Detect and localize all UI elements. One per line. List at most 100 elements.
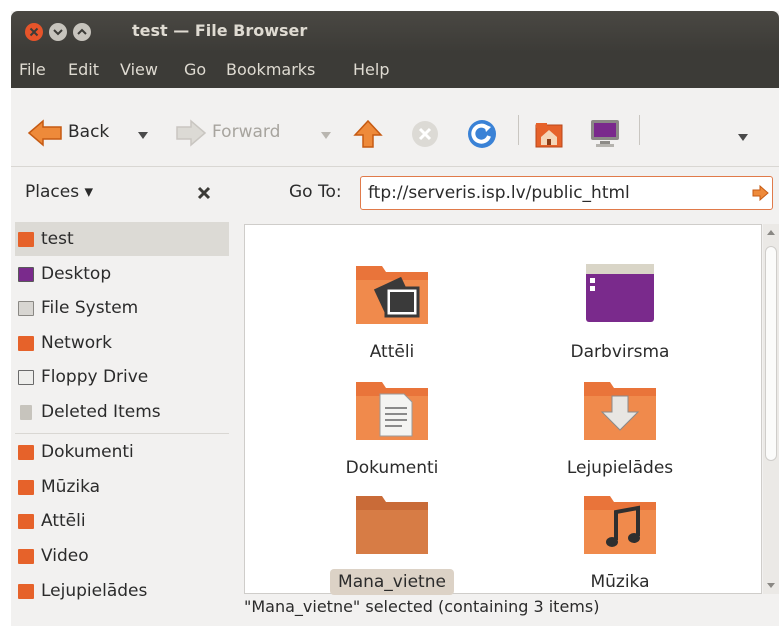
- toolbar-separator: [518, 115, 519, 145]
- home-folder-icon: [18, 232, 34, 247]
- video-folder-icon: [18, 549, 34, 564]
- file-name: Dokumenti: [345, 458, 439, 478]
- sidebar: test Desktop File System Network Floppy …: [11, 219, 233, 626]
- minimize-icon: [49, 23, 67, 41]
- menu-bar: File Edit View Go Bookmarks Help: [11, 52, 779, 88]
- file-item-mana-vietne[interactable]: Mana_vietne: [312, 488, 472, 598]
- maximize-window-button[interactable]: [73, 23, 91, 41]
- scroll-down-arrow-icon[interactable]: [766, 582, 776, 590]
- back-arrow-icon: [27, 119, 62, 147]
- sidebar-item-label: test: [41, 229, 74, 249]
- sidebar-item-label: Network: [41, 333, 112, 353]
- file-name: Mūzika: [590, 572, 650, 592]
- close-window-button[interactable]: [25, 23, 43, 41]
- sidebar-item-label: Mūzika: [41, 477, 101, 497]
- back-history-chevron-icon[interactable]: [137, 130, 149, 140]
- menu-file[interactable]: File: [19, 60, 46, 79]
- forward-history-chevron-icon[interactable]: [320, 130, 332, 140]
- desktop-icon: [18, 267, 34, 282]
- window-title: test — File Browser: [132, 21, 308, 40]
- folder-icon: [356, 496, 428, 554]
- trash-icon: [20, 405, 32, 420]
- forward-label: Forward: [212, 122, 281, 142]
- pictures-folder-icon: [18, 514, 34, 529]
- sidebar-item-network[interactable]: Network: [15, 326, 229, 360]
- sidebar-item-label: File System: [41, 298, 139, 318]
- sidebar-item-label: Dokumenti: [41, 442, 134, 462]
- sidebar-item-label: Video: [41, 546, 89, 566]
- scroll-up-arrow-icon[interactable]: [766, 228, 776, 236]
- music-folder-icon: [18, 480, 34, 495]
- sidebar-item-file-system[interactable]: File System: [15, 291, 229, 325]
- back-button[interactable]: Back: [23, 118, 155, 150]
- file-name: Mana_vietne: [330, 569, 454, 595]
- goto-label: Go To:: [289, 182, 342, 202]
- menu-view[interactable]: View: [120, 60, 158, 79]
- scrollbar-thumb[interactable]: [765, 246, 777, 461]
- sidebar-item-test[interactable]: test: [15, 222, 229, 256]
- go-arrow-icon[interactable]: [751, 185, 769, 201]
- desktop-folder-icon: [586, 264, 654, 322]
- file-name: Darbvirsma: [570, 342, 670, 362]
- sidebar-item-label: Desktop: [41, 264, 112, 284]
- file-name: Lejupielādes: [566, 458, 674, 478]
- forward-arrow-icon: [176, 119, 207, 147]
- location-input[interactable]: ftp://serveris.isp.lv/public_html: [360, 176, 773, 210]
- status-bar-text: "Mana_vietne" selected (containing 3 ite…: [244, 597, 600, 616]
- menu-help[interactable]: Help: [353, 60, 389, 79]
- toolbar-separator: [639, 115, 640, 145]
- network-icon: [18, 336, 34, 351]
- location-bar: Places ▾ Go To: ftp://serveris.isp.lv/pu…: [11, 167, 779, 219]
- sidebar-item-video[interactable]: Video: [15, 539, 229, 573]
- file-item-atteli[interactable]: Attēli: [312, 258, 472, 368]
- sidebar-item-label: Floppy Drive: [41, 367, 149, 387]
- pictures-folder-icon: [356, 266, 428, 324]
- sidebar-item-lejupielades[interactable]: Lejupielādes: [15, 574, 229, 608]
- filesystem-icon: [18, 301, 34, 316]
- menu-edit[interactable]: Edit: [68, 60, 99, 79]
- menu-bookmarks[interactable]: Bookmarks: [226, 60, 315, 79]
- close-icon: [25, 23, 43, 41]
- file-item-dokumenti[interactable]: Dokumenti: [312, 374, 472, 484]
- pane-resize-handle[interactable]: [233, 219, 243, 626]
- places-dropdown[interactable]: Places ▾: [25, 182, 93, 202]
- sidebar-item-label: Deleted Items: [41, 402, 161, 422]
- music-folder-icon: [584, 496, 656, 554]
- sidebar-item-desktop[interactable]: Desktop: [15, 257, 229, 291]
- sidebar-item-atteli[interactable]: Attēli: [15, 504, 229, 538]
- sidebar-item-floppy-drive[interactable]: Floppy Drive: [15, 360, 229, 394]
- location-path: ftp://serveris.isp.lv/public_html: [368, 183, 630, 203]
- sidebar-item-muzika[interactable]: Mūzika: [15, 470, 229, 504]
- maximize-icon: [73, 23, 91, 41]
- reload-icon[interactable]: [467, 119, 497, 149]
- up-arrow-icon[interactable]: [353, 119, 383, 149]
- stop-icon[interactable]: [411, 120, 439, 148]
- vertical-scrollbar[interactable]: [763, 224, 779, 594]
- computer-icon[interactable]: [589, 118, 621, 148]
- close-sidebar-icon[interactable]: [196, 185, 212, 201]
- floppy-icon: [18, 370, 34, 385]
- downloads-folder-icon: [584, 382, 656, 440]
- sidebar-item-label: Attēli: [41, 511, 86, 531]
- file-item-muzika[interactable]: Mūzika: [540, 488, 700, 598]
- menu-go[interactable]: Go: [184, 60, 206, 79]
- home-icon[interactable]: [534, 119, 564, 149]
- downloads-folder-icon: [18, 584, 34, 599]
- toolbar-overflow-chevron-icon[interactable]: [737, 132, 749, 142]
- sidebar-item-deleted-items[interactable]: Deleted Items: [15, 395, 229, 429]
- file-browser-window: test — File Browser File Edit View Go Bo…: [11, 11, 779, 626]
- toolbar: Back Forward: [11, 88, 779, 167]
- title-bar[interactable]: test — File Browser: [11, 11, 779, 52]
- sidebar-item-dokumenti[interactable]: Dokumenti: [15, 435, 229, 469]
- sidebar-item-label: Lejupielādes: [41, 581, 148, 601]
- file-icon-view: Attēli Darbvirsma Dokumenti Lejupielādes…: [244, 224, 762, 595]
- minimize-window-button[interactable]: [49, 23, 67, 41]
- file-name: Attēli: [369, 342, 415, 362]
- back-label: Back: [68, 122, 110, 142]
- file-item-lejupielades[interactable]: Lejupielādes: [540, 374, 700, 484]
- sidebar-separator: [15, 433, 229, 434]
- forward-button[interactable]: Forward: [173, 118, 339, 150]
- documents-folder-icon: [18, 445, 34, 460]
- documents-folder-icon: [356, 382, 428, 440]
- file-item-darbvirsma[interactable]: Darbvirsma: [540, 258, 700, 368]
